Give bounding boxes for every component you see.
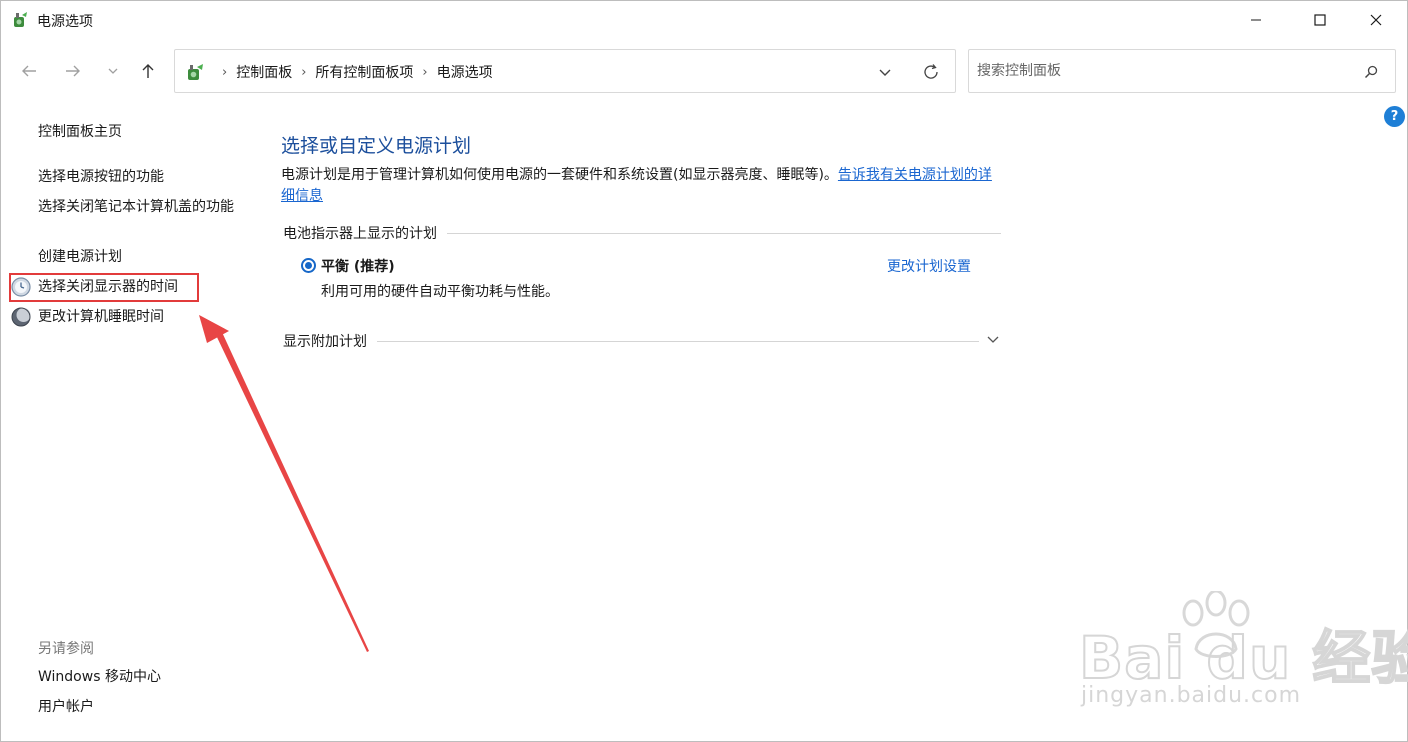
- up-button[interactable]: [136, 59, 160, 83]
- see-also-mobility-center[interactable]: Windows 移动中心: [38, 667, 248, 688]
- minimize-icon: [1251, 19, 1261, 21]
- page-title: 选择或自定义电源计划: [281, 135, 472, 157]
- power-options-window: 电源选项 › 控制面板 › 所有控制面板项 › 电源选项 搜索控制面板 ? 控制…: [0, 0, 1408, 742]
- navigation-bar: › 控制面板 › 所有控制面板项 › 电源选项: [1, 47, 1407, 95]
- description-text: 电源计划是用于管理计算机如何使用电源的一套硬件和系统设置(如显示器亮度、睡眠等)…: [281, 167, 838, 183]
- chevron-right-icon: ›: [222, 64, 228, 80]
- radio-selected-dot: [305, 262, 312, 269]
- help-icon[interactable]: ?: [1384, 106, 1405, 127]
- additional-plans-heading[interactable]: 显示附加计划: [283, 331, 979, 351]
- recent-locations-button[interactable]: [101, 59, 125, 83]
- battery-section-heading: 电池指示器上显示的计划: [283, 223, 1001, 243]
- window-title: 电源选项: [37, 14, 93, 30]
- refresh-icon: [924, 64, 938, 79]
- back-button[interactable]: [17, 59, 41, 83]
- additional-plans-label[interactable]: 显示附加计划: [283, 331, 367, 351]
- arrow-up-icon: [142, 64, 154, 78]
- maximize-button[interactable]: [1297, 1, 1343, 39]
- power-options-icon: [14, 12, 27, 27]
- breadcrumb-all-items[interactable]: 所有控制面板项: [315, 62, 413, 82]
- watermark-url: jingyan.baidu.com: [1081, 683, 1302, 708]
- chevron-down-icon: [108, 68, 118, 74]
- divider: [377, 340, 979, 342]
- search-input[interactable]: [977, 50, 1357, 92]
- title-bar: 电源选项: [1, 1, 1407, 39]
- battery-section-label: 电池指示器上显示的计划: [283, 226, 437, 242]
- forward-button[interactable]: [61, 59, 85, 83]
- sidebar-item-lid-close[interactable]: 选择关闭笔记本计算机盖的功能: [38, 197, 248, 218]
- divider: [447, 232, 1001, 234]
- maximize-icon: [1314, 14, 1326, 26]
- sidebar-item-sleep-time[interactable]: 更改计算机睡眠时间: [38, 307, 248, 328]
- arrow-right-icon: [66, 65, 80, 77]
- chevron-down-icon: [879, 69, 891, 76]
- arrow-left-icon: [22, 65, 36, 77]
- breadcrumb-control-panel[interactable]: 控制面板: [236, 62, 292, 82]
- baidu-watermark: Bai du 经验 jingyan.baidu.com: [1078, 591, 1408, 721]
- search-icon[interactable]: [1361, 62, 1381, 82]
- refresh-button[interactable]: [921, 62, 941, 82]
- sleep-moon-icon: [11, 307, 31, 327]
- close-icon: [1370, 14, 1382, 26]
- control-panel-icon: [188, 64, 203, 80]
- page-description: 电源计划是用于管理计算机如何使用电源的一套硬件和系统设置(如显示器亮度、睡眠等)…: [281, 165, 1001, 207]
- control-panel-home-link[interactable]: 控制面板主页: [38, 122, 248, 143]
- breadcrumb-power-options[interactable]: 电源选项: [437, 62, 493, 82]
- sidebar-item-power-button[interactable]: 选择电源按钮的功能: [38, 167, 248, 188]
- change-plan-settings-link[interactable]: 更改计划设置: [887, 256, 971, 276]
- sidebar-item-create-plan[interactable]: 创建电源计划: [38, 247, 248, 268]
- address-dropdown-button[interactable]: [875, 62, 895, 82]
- balanced-plan-radio[interactable]: [301, 258, 316, 273]
- address-bar[interactable]: › 控制面板 › 所有控制面板项 › 电源选项: [174, 49, 956, 93]
- breadcrumb: › 控制面板 › 所有控制面板项 › 电源选项: [213, 50, 493, 94]
- sidebar: 控制面板主页 选择电源按钮的功能 选择关闭笔记本计算机盖的功能 创建电源计划 选…: [1, 101, 251, 741]
- minimize-button[interactable]: [1233, 1, 1279, 39]
- plan-description: 利用可用的硬件自动平衡功耗与性能。: [321, 284, 559, 300]
- close-button[interactable]: [1353, 1, 1399, 39]
- expand-chevron-icon[interactable]: [985, 331, 1001, 347]
- see-also-user-accounts[interactable]: 用户帐户: [38, 697, 248, 718]
- plan-name[interactable]: 平衡 (推荐): [321, 256, 395, 276]
- annotation-highlight-box: [9, 273, 199, 302]
- chevron-right-icon[interactable]: ›: [301, 65, 306, 80]
- chevron-right-icon[interactable]: ›: [422, 65, 427, 80]
- search-box[interactable]: [968, 49, 1396, 93]
- see-also-heading: 另请参阅: [38, 641, 94, 657]
